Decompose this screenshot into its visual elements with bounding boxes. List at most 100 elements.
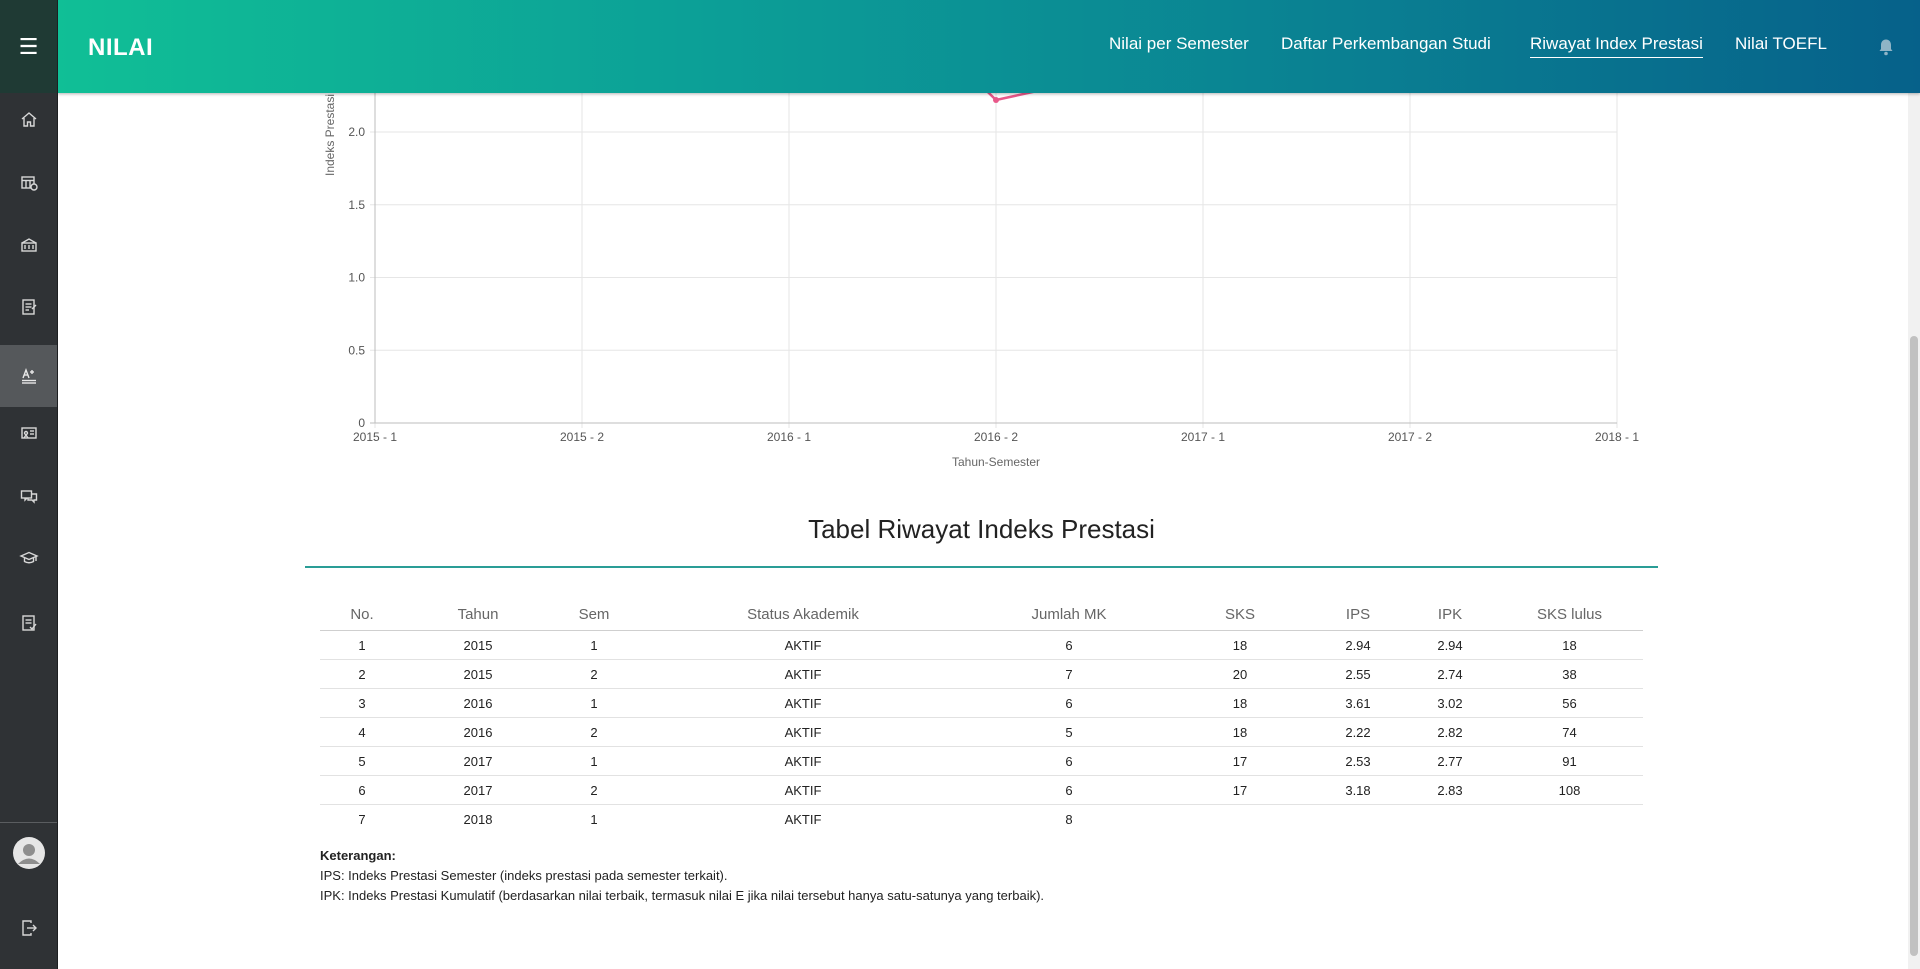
table-cell: 20 [1232, 666, 1248, 682]
table-cell: 2 [590, 782, 598, 798]
table-cell: 2015 [463, 666, 493, 682]
schedule-icon [20, 176, 38, 191]
table-cell [1496, 805, 1643, 834]
chart-x-axis-label: Tahun-Semester [952, 455, 1040, 469]
table-row: 1 2015 1 AKTIF 6 18 2.94 2.94 18 [320, 631, 1643, 660]
col-header-ipk: IPK [1437, 605, 1463, 623]
table-cell: 6 [1065, 753, 1073, 769]
table-cell: 2.74 [1437, 666, 1463, 682]
table-cell: 1 [358, 637, 366, 653]
graduation-cap-icon [18, 551, 39, 564]
x-tick-label: 2016 - 2 [974, 430, 1018, 444]
sidebar-item-building[interactable] [0, 214, 57, 276]
col-header-ips: IPS [1345, 605, 1371, 623]
sidebar-item-schedule[interactable] [0, 152, 57, 214]
table-cell [1168, 805, 1312, 834]
sidebar-item-chat[interactable] [0, 465, 57, 527]
table-cell: 1 [590, 637, 598, 653]
checklist-icon [21, 615, 37, 631]
logout-icon [21, 920, 37, 936]
sidebar-item-home[interactable] [0, 89, 57, 151]
col-header-status: Status Akademik [747, 605, 859, 623]
col-header-no: No. [350, 605, 374, 623]
y-tick-label: 1.0 [348, 271, 365, 285]
table-cell: 17 [1232, 753, 1248, 769]
hamburger-icon: ☰ [18, 33, 39, 59]
sidebar: ☰ [0, 0, 58, 969]
table-cell: 3.61 [1345, 695, 1371, 711]
table-cell: 6 [358, 782, 366, 798]
menu-toggle-button[interactable]: ☰ [0, 0, 57, 93]
bell-icon[interactable] [1877, 38, 1895, 56]
table-cell: 2.83 [1437, 782, 1463, 798]
table-cell: 108 [1558, 782, 1581, 798]
table-cell: 2015 [463, 637, 493, 653]
presentation-icon [20, 427, 37, 439]
table-cell: 2017 [463, 782, 493, 798]
table-cell: 8 [1065, 811, 1073, 827]
table-cell: 91 [1562, 753, 1577, 769]
col-header-sem: Sem [578, 605, 610, 623]
notes-line-ips: IPS: Indeks Prestasi Semester (indeks pr… [320, 868, 728, 883]
table-cell: 56 [1562, 695, 1577, 711]
col-header-sks-lulus: SKS lulus [1536, 605, 1603, 623]
nav-daftar-perkembangan-studi[interactable]: Daftar Perkembangan Studi [1281, 34, 1491, 54]
table-cell: 1 [590, 695, 598, 711]
data-point [993, 96, 999, 103]
table-cell: 2.82 [1437, 724, 1463, 740]
document-icon [21, 299, 36, 315]
table-row: 4 2016 2 AKTIF 5 18 2.22 2.82 74 [320, 718, 1643, 747]
table-cell: 2016 [463, 695, 493, 711]
app-title: NILAI [88, 34, 154, 61]
table-cell: AKTIF [784, 695, 822, 711]
table-cell: 2.94 [1437, 637, 1463, 653]
sidebar-item-graduation[interactable] [0, 527, 57, 589]
table-row: 2 2015 2 AKTIF 7 20 2.55 2.74 38 [320, 660, 1643, 689]
table-header-row: No. Tahun Sem Status Akademik Jumlah MK … [320, 598, 1643, 631]
table-cell: 2.53 [1345, 753, 1371, 769]
sidebar-item-grades[interactable] [0, 345, 57, 407]
table-cell: 2016 [463, 724, 493, 740]
table-cell: 18 [1232, 724, 1248, 740]
table-row: 5 2017 1 AKTIF 6 17 2.53 2.77 91 [320, 747, 1643, 776]
app-header: NILAI Nilai per Semester Daftar Perkemba… [57, 0, 1920, 93]
ip-history-table: No. Tahun Sem Status Akademik Jumlah MK … [320, 598, 1643, 833]
sidebar-item-checklist[interactable] [0, 592, 57, 654]
sidebar-item-document[interactable] [0, 276, 57, 338]
table-cell: 4 [358, 724, 366, 740]
table-cell: 3.18 [1345, 782, 1371, 798]
table-cell: AKTIF [784, 811, 822, 827]
sidebar-item-presentation[interactable] [0, 403, 57, 465]
col-header-jumlah-mk: Jumlah MK [1031, 605, 1107, 623]
table-cell: 2.22 [1345, 724, 1371, 740]
table-cell: 2017 [463, 753, 493, 769]
table-cell: 18 [1232, 695, 1248, 711]
building-icon [20, 238, 37, 252]
x-tick-label: 2017 - 1 [1181, 430, 1225, 444]
nav-nilai-per-semester[interactable]: Nilai per Semester [1109, 34, 1249, 54]
notes-title: Keterangan: [320, 848, 396, 863]
x-tick-label: 2015 - 2 [560, 430, 604, 444]
nav-nilai-toefl[interactable]: Nilai TOEFL [1735, 34, 1827, 54]
sidebar-item-profile[interactable] [0, 822, 57, 884]
avatar-icon [12, 837, 45, 869]
chart-grid [370, 90, 1618, 428]
table-cell: AKTIF [784, 724, 822, 740]
notes-line-ipk: IPK: Indeks Prestasi Kumulatif (berdasar… [320, 888, 1045, 903]
table-cell: 38 [1562, 666, 1577, 682]
notes: Keterangan: IPS: Indeks Prestasi Semeste… [320, 846, 1044, 906]
col-header-tahun: Tahun [457, 605, 499, 623]
table-cell: 2 [590, 724, 598, 740]
table-cell: AKTIF [784, 782, 822, 798]
title-divider [305, 566, 1658, 568]
table-cell: 2018 [463, 811, 493, 827]
table-cell: 2.94 [1345, 637, 1371, 653]
table-cell: 1 [590, 753, 598, 769]
table-cell: 18 [1232, 637, 1248, 653]
nav-riwayat-index-prestasi[interactable]: Riwayat Index Prestasi [1530, 34, 1703, 58]
sidebar-item-logout[interactable] [0, 897, 57, 959]
x-tick-label: 2016 - 1 [767, 430, 811, 444]
table-cell: 74 [1562, 724, 1577, 740]
table-cell: 1 [590, 811, 598, 827]
table-cell: 2.77 [1437, 753, 1463, 769]
